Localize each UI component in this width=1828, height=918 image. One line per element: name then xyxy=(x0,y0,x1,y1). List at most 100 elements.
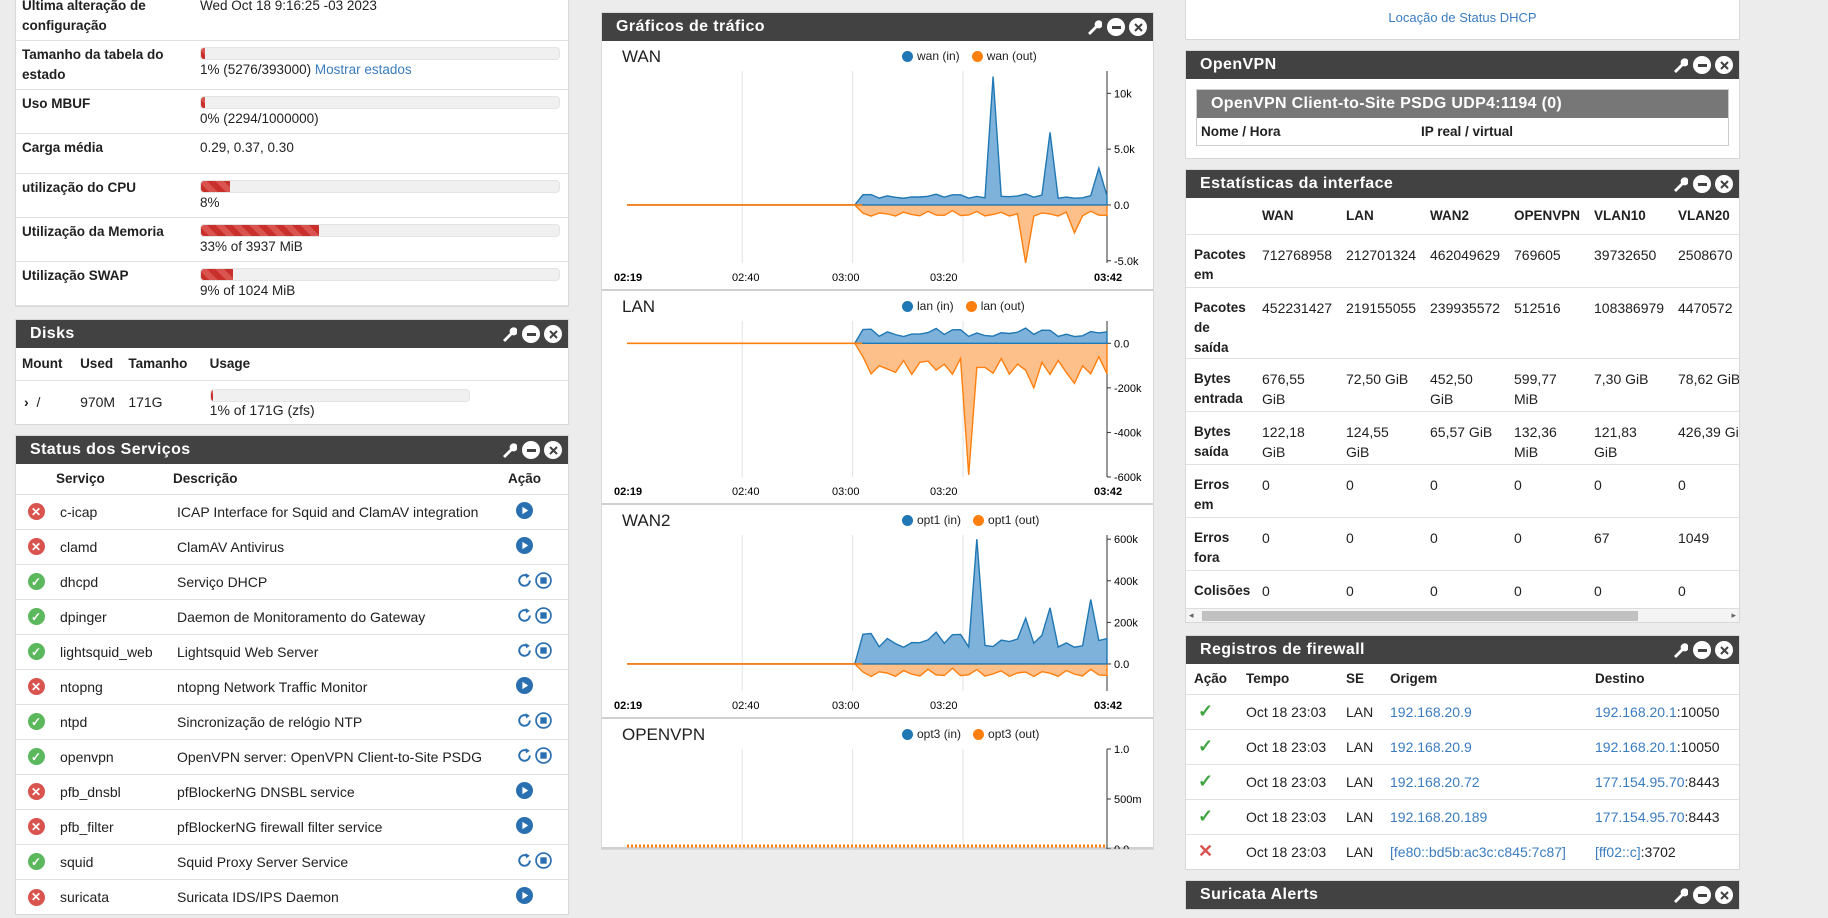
firewall-destination-link[interactable]: 177.154.95.70 xyxy=(1595,809,1685,825)
suricata-title: Suricata Alerts xyxy=(1200,886,1319,903)
ifstats-row: Bytes saída 122,18 GiB 124,55 GiB 65,57 GiB… xyxy=(1186,410,1739,464)
wrench-icon[interactable] xyxy=(1671,175,1689,193)
restart-icon[interactable] xyxy=(516,642,533,662)
system-row-value: 33% of 3937 MiB xyxy=(200,222,568,257)
check-icon[interactable]: ✓ xyxy=(1198,771,1213,791)
close-icon[interactable] xyxy=(1715,641,1733,659)
close-icon[interactable] xyxy=(544,325,562,343)
firewall-destination-link[interactable]: [ff02::c] xyxy=(1595,844,1641,860)
check-circle-icon: ✓ xyxy=(27,748,45,766)
traffic-graph-wan2: WAN2 opt1 (in) opt1 (out) 600k 400k 200k 0.0 02… xyxy=(602,505,1153,719)
minimize-icon[interactable] xyxy=(1693,175,1711,193)
minimize-icon[interactable] xyxy=(522,441,540,459)
firewall-source-link[interactable]: [fe80::bd5b:ac3c:c845:7c87] xyxy=(1390,844,1566,860)
x-tick-label: 03:00 xyxy=(832,486,860,498)
stop-icon[interactable] xyxy=(535,851,552,872)
x-circle-icon: ✕ xyxy=(27,538,45,556)
restart-icon[interactable] xyxy=(516,712,533,732)
system-row-label: utilização do CPU xyxy=(22,180,137,195)
show-states-link[interactable]: Mostrar estados xyxy=(315,62,412,77)
firewall-source-link[interactable]: 192.168.20.72 xyxy=(1390,774,1480,790)
ifstats-cell: 712768958 xyxy=(1254,233,1338,287)
disk-mount[interactable]: › / xyxy=(16,380,80,424)
disks-title: Disks xyxy=(30,325,75,342)
check-icon[interactable]: ✓ xyxy=(1198,736,1213,756)
firewall-row: ✓ Oct 18 23:03 LAN 192.168.20.9 192.168.20.1… xyxy=(1186,728,1739,764)
firewall-source-link[interactable]: 192.168.20.9 xyxy=(1390,739,1472,755)
firewall-title: Registros de firewall xyxy=(1200,641,1365,658)
service-row: ✕ c-icap ICAP Interface for Squid and Clam… xyxy=(16,493,568,529)
minimize-icon[interactable] xyxy=(1693,56,1711,74)
wrench-icon[interactable] xyxy=(1671,56,1689,74)
ifstats-cell: 124,55 GiB xyxy=(1338,410,1422,464)
minimize-icon[interactable] xyxy=(1693,886,1711,904)
start-icon[interactable] xyxy=(516,886,533,907)
close-icon[interactable] xyxy=(544,441,562,459)
stop-icon[interactable] xyxy=(535,746,552,767)
wrench-icon[interactable] xyxy=(1085,18,1103,36)
ifstats-row-label: Pacotes de saída xyxy=(1186,286,1254,358)
suricata-panel: Suricata Alerts xyxy=(1185,880,1740,910)
dhcp-panel: Locação de Status DHCP xyxy=(1185,0,1740,40)
openvpn-panel: OpenVPN OpenVPN Client-to-Site PSDG UDP4… xyxy=(1185,50,1740,159)
x-icon[interactable]: ✕ xyxy=(1198,841,1213,861)
close-icon[interactable] xyxy=(1129,18,1147,36)
ifstats-cell: 132,36 MiB xyxy=(1506,410,1586,464)
series-in-area xyxy=(627,76,1108,206)
firewall-port: :10050 xyxy=(1676,703,1720,720)
system-row-label: Última alteração de configuração xyxy=(22,0,146,33)
graph-canvas: 600k 400k 200k 0.0 02:19 02:40 03:00 03:20 03:42 xyxy=(614,534,1138,712)
stop-icon[interactable] xyxy=(535,606,552,627)
start-icon[interactable] xyxy=(516,816,533,837)
ifstats-row-label: Bytes saída xyxy=(1186,410,1254,464)
service-description: Sincronização de relógio NTP xyxy=(173,703,508,739)
start-icon[interactable] xyxy=(516,536,533,557)
restart-icon[interactable] xyxy=(516,607,533,627)
value-text: 8% xyxy=(200,195,220,210)
stop-icon[interactable] xyxy=(535,641,552,662)
restart-icon[interactable] xyxy=(516,852,533,872)
service-name: ntpd xyxy=(56,703,173,739)
stop-icon[interactable] xyxy=(535,711,552,732)
y-tick-label: 500m xyxy=(1114,794,1142,806)
check-icon[interactable]: ✓ xyxy=(1198,701,1213,721)
start-icon[interactable] xyxy=(516,501,533,522)
minimize-icon[interactable] xyxy=(522,325,540,343)
close-icon[interactable] xyxy=(1715,175,1733,193)
minimize-icon[interactable] xyxy=(1107,18,1125,36)
ifstats-cell: 512516 xyxy=(1506,286,1586,358)
firewall-destination-link[interactable]: 192.168.20.1 xyxy=(1595,739,1677,755)
wrench-icon[interactable] xyxy=(1671,641,1689,659)
firewall-interface: LAN xyxy=(1338,798,1382,834)
close-icon[interactable] xyxy=(1715,56,1733,74)
horizontal-scrollbar[interactable]: ◂ ▸ xyxy=(1186,608,1739,622)
ifstats-cell: 0 xyxy=(1506,463,1586,517)
chevron-right-icon[interactable]: › xyxy=(24,394,29,410)
firewall-destination-link[interactable]: 192.168.20.1 xyxy=(1595,704,1677,720)
y-tick-label: -600k xyxy=(1114,472,1142,484)
col-fw-action: Ação xyxy=(1194,671,1228,687)
ifstats-cell: 219155055 xyxy=(1338,286,1422,358)
restart-icon[interactable] xyxy=(516,572,533,592)
wrench-icon[interactable] xyxy=(500,325,518,343)
firewall-source-link[interactable]: 192.168.20.189 xyxy=(1390,809,1487,825)
wrench-icon[interactable] xyxy=(500,441,518,459)
firewall-log-panel: Registros de firewall Ação Tempo SE Origem D… xyxy=(1185,635,1740,870)
check-icon[interactable]: ✓ xyxy=(1198,806,1213,826)
ifstats-col-header: WAN xyxy=(1262,208,1294,224)
minimize-icon[interactable] xyxy=(1693,641,1711,659)
firewall-source-link[interactable]: 192.168.20.9 xyxy=(1390,704,1472,720)
service-name: openvpn xyxy=(56,738,173,774)
wrench-icon[interactable] xyxy=(1671,886,1689,904)
close-icon[interactable] xyxy=(1715,886,1733,904)
stop-icon[interactable] xyxy=(535,571,552,592)
firewall-time: Oct 18 23:03 xyxy=(1238,728,1338,764)
dhcp-leases-link[interactable]: Locação de Status DHCP xyxy=(1388,10,1536,25)
start-icon[interactable] xyxy=(516,781,533,802)
restart-icon[interactable] xyxy=(516,747,533,767)
ifstats-row: Colisões 0 0 0 0 0 0 xyxy=(1186,569,1739,608)
firewall-destination-link[interactable]: 177.154.95.70 xyxy=(1595,774,1685,790)
start-icon[interactable] xyxy=(516,676,533,697)
traffic-graphs-panel: Gráficos de tráfico WAN wan (in) wan (out)… xyxy=(601,12,1154,850)
service-description: ICAP Interface for Squid and ClamAV inte… xyxy=(173,493,508,529)
